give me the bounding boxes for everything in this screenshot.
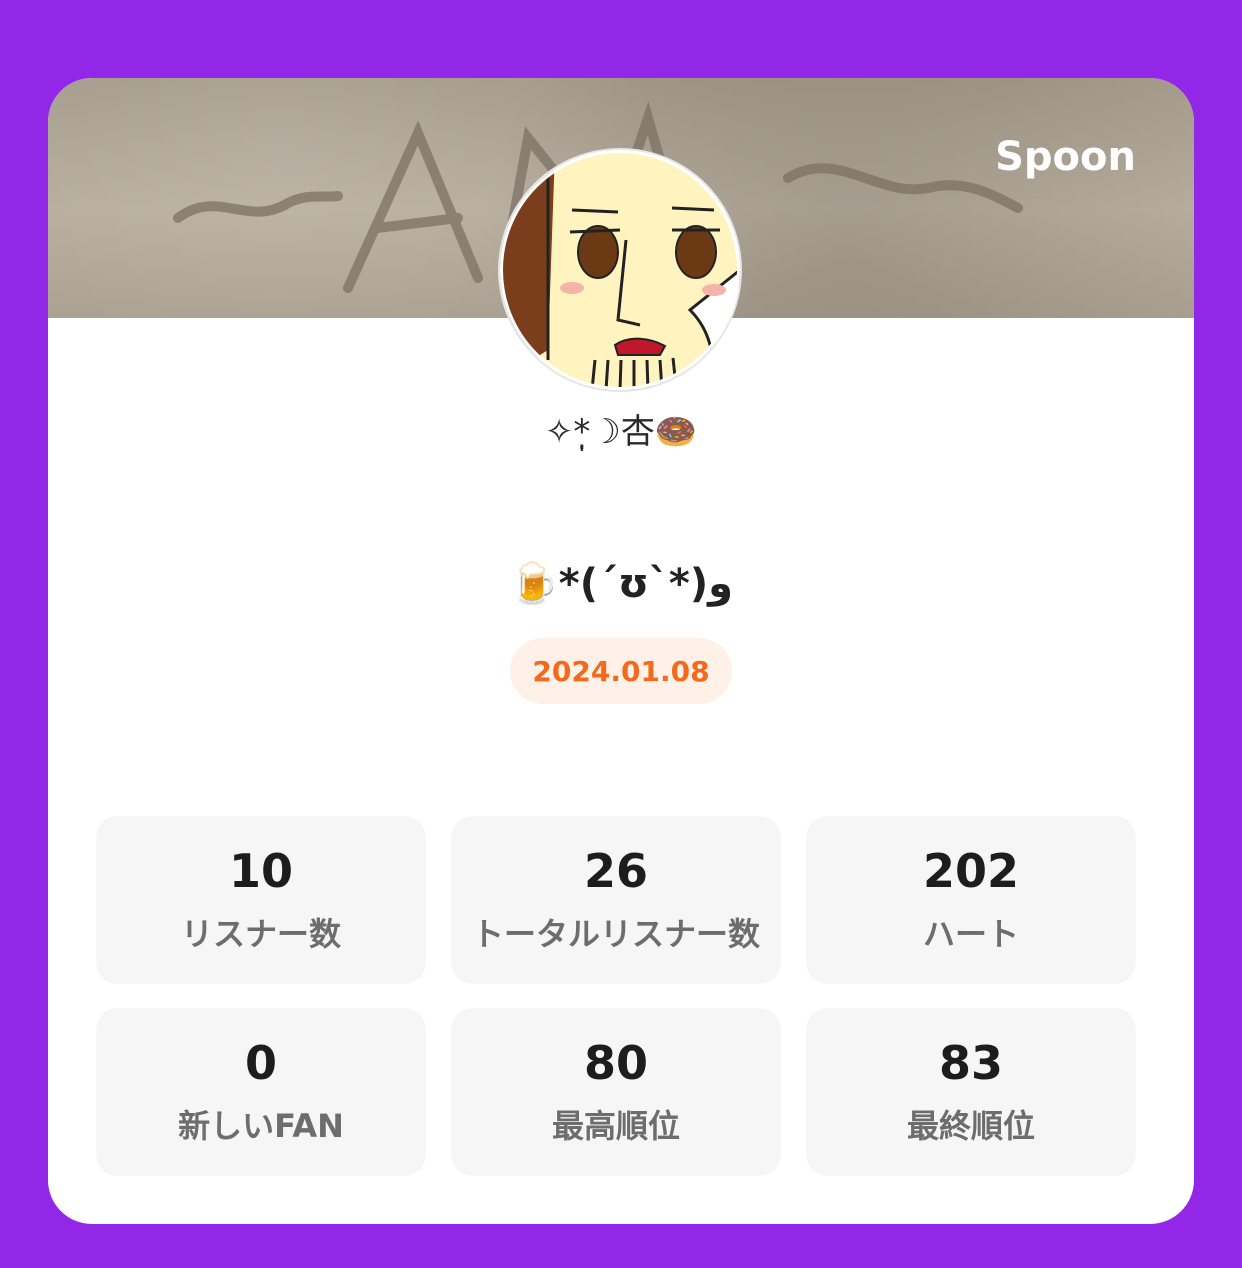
stat-label: トータルリスナー数: [471, 915, 760, 954]
stat-label: ハート: [922, 915, 1019, 954]
stat-value: 10: [228, 843, 293, 898]
stat-total-listeners: 26 トータルリスナー数: [451, 816, 781, 984]
avatar: [500, 150, 740, 390]
stat-value: 80: [583, 1035, 648, 1090]
stat-value: 83: [938, 1035, 1003, 1090]
live-title: 🍺*(´ʊ`*)و: [509, 561, 733, 607]
stat-label: 新しいFAN: [178, 1107, 344, 1146]
stat-value: 26: [583, 843, 648, 898]
stat-label: 最終順位: [906, 1107, 1035, 1146]
stat-value: 202: [922, 843, 1020, 898]
stat-new-fans: 0 新しいFAN: [96, 1008, 426, 1176]
stat-label: リスナー数: [180, 915, 341, 954]
stat-label: 最高順位: [551, 1107, 680, 1146]
stat-final-rank: 83 最終順位: [806, 1008, 1136, 1176]
stat-hearts: 202 ハート: [806, 816, 1136, 984]
stat-value: 0: [244, 1035, 277, 1090]
profile-card: Spoon ✧*̣̩☽杏🍩 🍺*(´ʊ`*)و 2024.01.08 10 リス…: [48, 78, 1194, 1224]
spoon-logo: Spoon: [995, 134, 1136, 180]
stats-grid: 10 リスナー数 26 トータルリスナー数 202 ハート 0 新しいFAN 8…: [96, 816, 1136, 1176]
stat-highest-rank: 80 最高順位: [451, 1008, 781, 1176]
stat-listeners: 10 リスナー数: [96, 816, 426, 984]
username: ✧*̣̩☽杏🍩: [544, 412, 698, 452]
date-badge: 2024.01.08: [510, 638, 732, 704]
